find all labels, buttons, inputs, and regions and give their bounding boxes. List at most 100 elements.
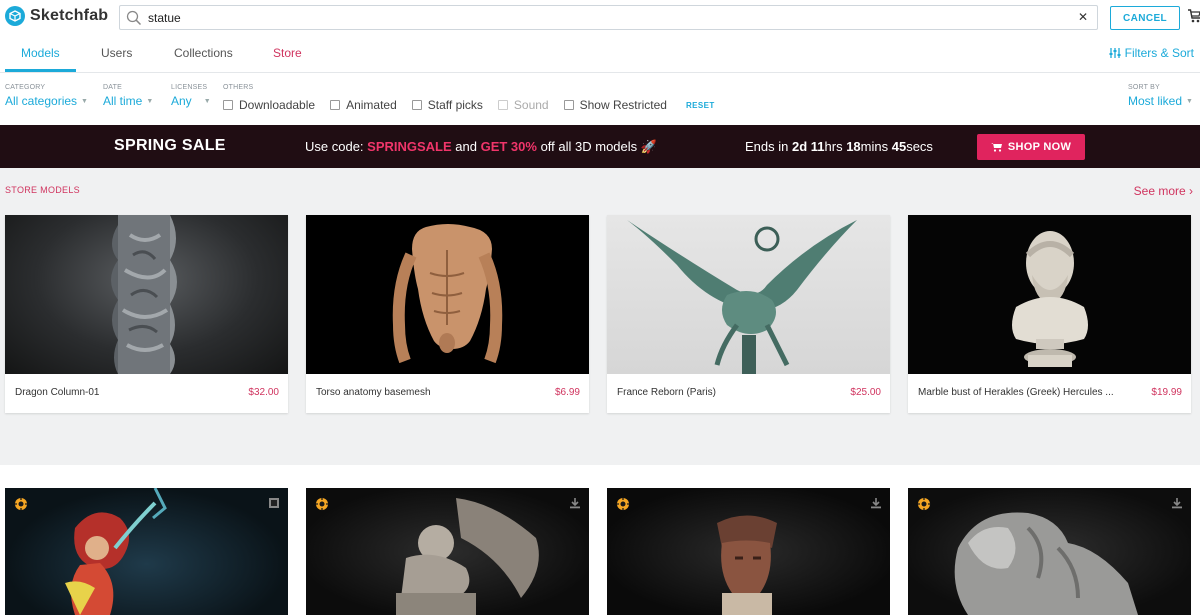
rocket-icon: 🚀 xyxy=(640,139,657,154)
see-more-link[interactable]: See more › xyxy=(1134,184,1193,198)
filters-sort-button[interactable]: Filters & Sort xyxy=(1109,46,1194,60)
category-filter-value: All categories xyxy=(5,94,78,108)
checkbox-label: Animated xyxy=(346,98,397,112)
model-price: $25.00 xyxy=(850,387,881,398)
sketchfab-logo[interactable]: Sketchfab xyxy=(5,5,108,27)
chevron-down-icon: ▼ xyxy=(203,97,211,105)
licenses-filter-value: Any xyxy=(171,94,192,108)
model-title[interactable]: Dragon Column-01 xyxy=(15,387,225,398)
others-filter-label: OTHERS xyxy=(223,84,254,91)
checkbox-staff-picks[interactable]: Staff picks xyxy=(411,98,483,112)
shop-now-label: SHOP NOW xyxy=(1007,141,1072,153)
cart-icon xyxy=(990,143,1002,152)
search-bar[interactable]: ✕ xyxy=(119,5,1098,30)
sort-by-label: SORT BY xyxy=(1128,84,1160,91)
staff-pick-badge-icon xyxy=(14,497,28,511)
logo-text: Sketchfab xyxy=(30,7,109,24)
promo-code: SPRINGSALE xyxy=(367,139,452,154)
search-input[interactable] xyxy=(148,10,1068,25)
store-model-card[interactable]: Torso anatomy basemesh $6.99 xyxy=(306,215,589,413)
clear-search-icon[interactable]: ✕ xyxy=(1078,10,1088,24)
top-bar: Sketchfab ✕ CANCEL xyxy=(0,0,1200,38)
download-icon[interactable] xyxy=(1171,497,1183,509)
model-thumbnail[interactable] xyxy=(5,215,288,374)
checkbox-box[interactable] xyxy=(563,100,574,110)
sketchfab-logo-icon xyxy=(5,6,25,26)
checkbox-label: Downloadable xyxy=(239,98,316,112)
countdown-days: 2d xyxy=(791,139,808,154)
model-title[interactable]: Torso anatomy basemesh xyxy=(316,387,526,398)
model-card[interactable] xyxy=(306,488,589,615)
model-price: $32.00 xyxy=(248,387,279,398)
promo-code-suffix: off all 3D models xyxy=(536,139,638,154)
promo-and: and xyxy=(451,139,481,154)
others-filter: OTHERS xyxy=(223,84,253,91)
model-thumbnail[interactable] xyxy=(607,215,890,374)
countdown-prefix: Ends in xyxy=(745,139,792,154)
checkbox-label: Staff picks xyxy=(427,98,483,112)
reset-filters-button[interactable]: RESET xyxy=(686,101,715,110)
licenses-filter-label: LICENSES xyxy=(171,84,208,91)
model-card[interactable] xyxy=(5,488,288,615)
countdown-hours: 11 xyxy=(810,139,825,154)
shop-now-button[interactable]: SHOP NOW xyxy=(977,134,1085,160)
checkbox-animated[interactable]: Animated xyxy=(330,98,397,112)
spring-sale-banner: SPRING SALE Use code: SPRINGSALE and GET… xyxy=(0,125,1200,168)
category-filter-label: CATEGORY xyxy=(5,84,46,91)
checkbox-sound[interactable]: Sound xyxy=(497,98,549,112)
sort-by-value: Most liked xyxy=(1128,94,1183,108)
date-filter[interactable]: DATE All time ▼ xyxy=(103,84,153,108)
countdown-mins: 18 xyxy=(846,139,861,154)
download-icon[interactable] xyxy=(870,497,882,509)
model-price: $6.99 xyxy=(554,387,580,398)
checkbox-label: Sound xyxy=(513,98,549,112)
film-icon[interactable] xyxy=(268,497,280,509)
model-card[interactable] xyxy=(908,488,1191,615)
active-tab-indicator xyxy=(5,69,76,72)
cancel-button[interactable]: CANCEL xyxy=(1110,6,1180,30)
store-model-card[interactable]: Marble bust of Herakles (Greek) Hercules… xyxy=(908,215,1191,413)
cart-icon[interactable] xyxy=(1188,8,1200,24)
checkbox-box[interactable] xyxy=(411,100,422,110)
countdown-mins-unit: mins xyxy=(860,139,892,154)
promo-title: SPRING SALE xyxy=(114,137,226,154)
category-filter[interactable]: CATEGORY All categories ▼ xyxy=(5,84,88,108)
download-icon[interactable] xyxy=(569,497,581,509)
sort-by-dropdown[interactable]: SORT BY Most liked ▼ xyxy=(1128,84,1193,108)
checkbox-downloadable[interactable]: Downloadable xyxy=(223,98,315,112)
promo-discount: GET 30% xyxy=(480,139,537,154)
licenses-filter[interactable]: LICENSES Any ▼ xyxy=(171,84,211,108)
model-price: $19.99 xyxy=(1151,387,1182,398)
chevron-down-icon: ▼ xyxy=(1186,97,1193,105)
checkbox-box[interactable] xyxy=(497,100,508,110)
model-thumbnail[interactable] xyxy=(306,215,589,374)
promo-countdown: Ends in 2d 11hrs 18mins 45secs xyxy=(745,139,933,154)
store-model-card[interactable]: Dragon Column-01 $32.00 xyxy=(5,215,288,413)
checkbox-box[interactable] xyxy=(330,100,341,110)
sliders-icon xyxy=(1109,48,1121,58)
staff-pick-badge-icon xyxy=(917,497,931,511)
countdown-secs: 45 xyxy=(891,139,907,154)
model-title[interactable]: France Reborn (Paris) xyxy=(617,387,827,398)
store-models-title: STORE MODELS xyxy=(5,185,80,195)
model-thumbnail[interactable] xyxy=(908,215,1191,374)
date-filter-value: All time xyxy=(103,94,143,108)
search-results-grid xyxy=(0,465,1200,615)
countdown-secs-unit: secs xyxy=(906,139,933,154)
model-title[interactable]: Marble bust of Herakles (Greek) Hercules… xyxy=(918,387,1128,398)
tab-models[interactable]: Models xyxy=(21,46,60,60)
search-icon xyxy=(126,10,142,25)
filter-bar: CATEGORY All categories ▼ DATE All time ▼ … xyxy=(0,84,1200,120)
checkbox-box[interactable] xyxy=(223,100,233,110)
tab-store[interactable]: Store xyxy=(273,46,302,60)
search-tabs: Models Users Collections Store Filters &… xyxy=(0,40,1200,73)
tab-collections[interactable]: Collections xyxy=(174,46,233,60)
filters-sort-label: Filters & Sort xyxy=(1124,46,1194,60)
model-card[interactable] xyxy=(607,488,890,615)
others-checkboxes: Downloadable Animated Staff picks Sound … xyxy=(223,98,682,112)
store-model-card[interactable]: France Reborn (Paris) $25.00 xyxy=(607,215,890,413)
promo-code-text: Use code: SPRINGSALE and GET 30% off all… xyxy=(305,139,657,155)
tab-users[interactable]: Users xyxy=(101,46,132,60)
checkbox-show-restricted[interactable]: Show Restricted xyxy=(563,98,667,112)
promo-code-prefix: Use code: xyxy=(305,139,368,154)
